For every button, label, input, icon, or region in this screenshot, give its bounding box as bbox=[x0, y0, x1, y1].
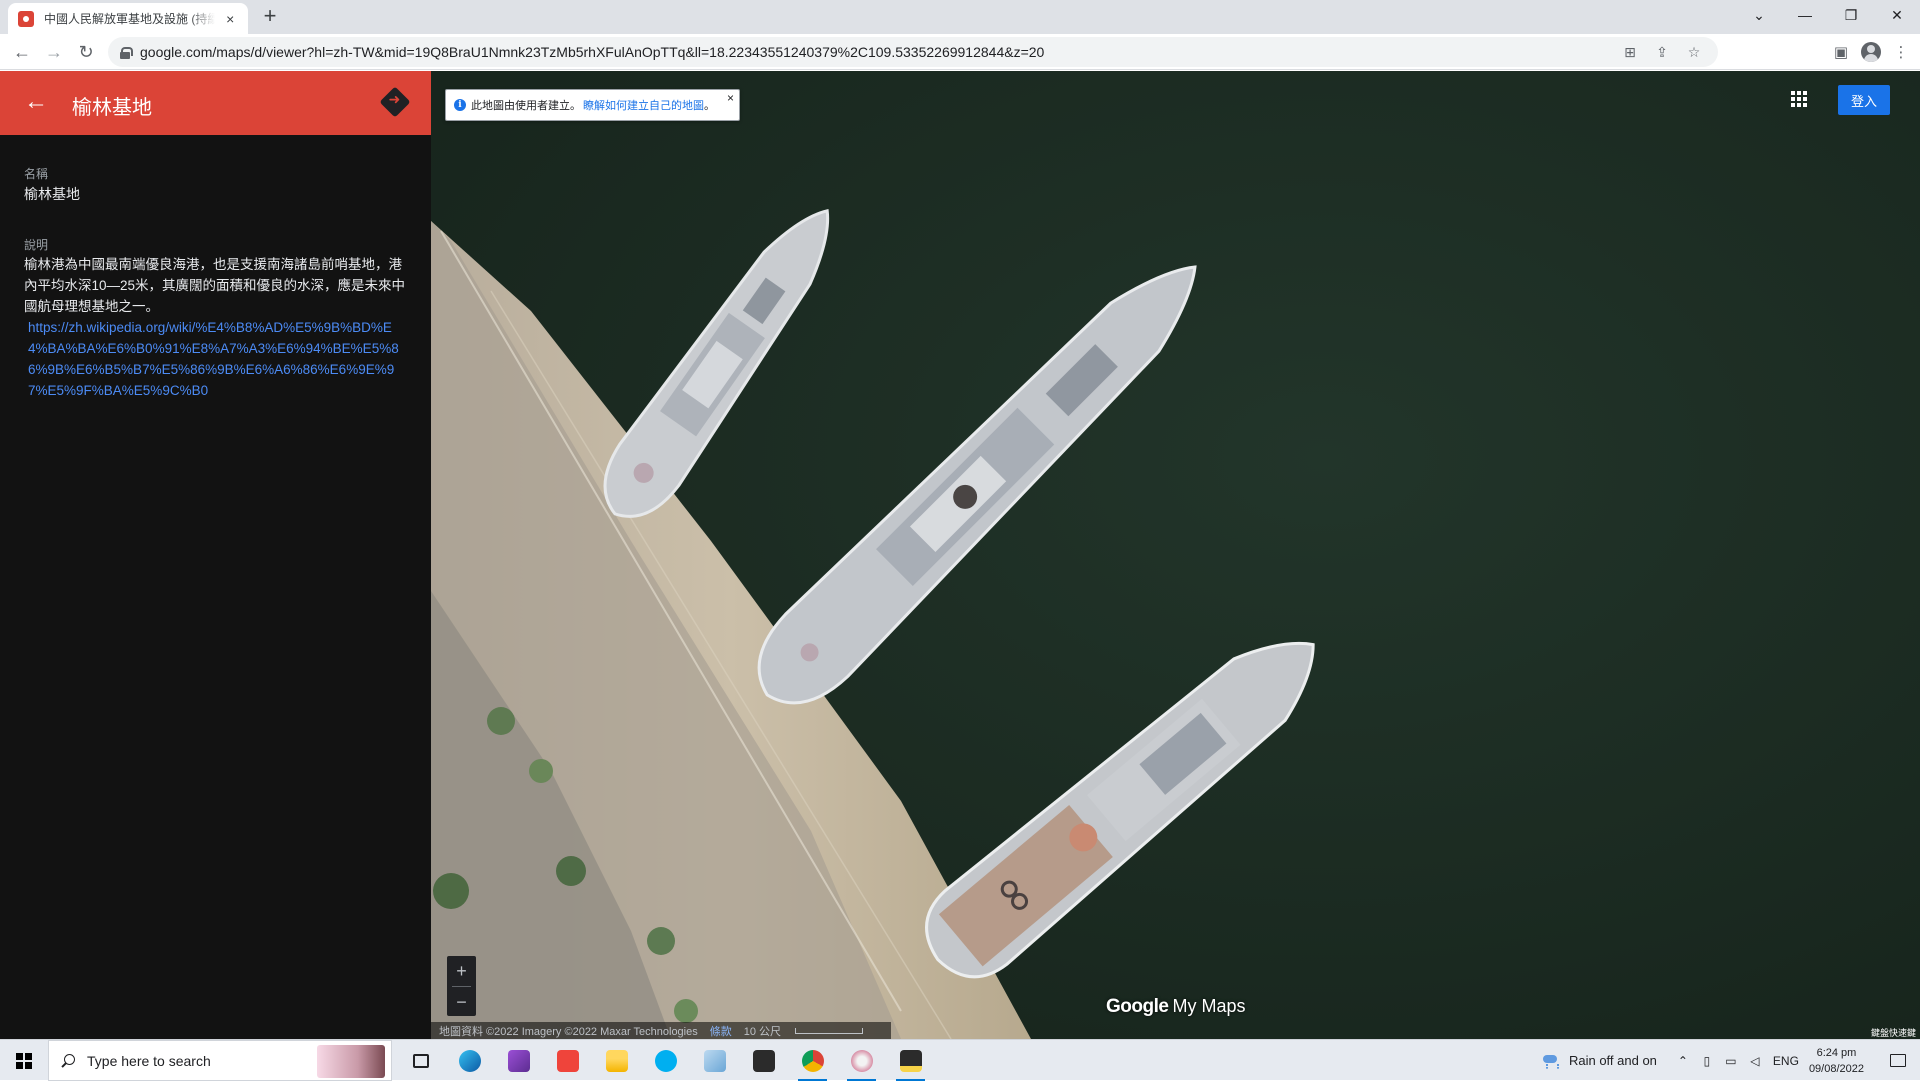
apps-grid-icon[interactable] bbox=[1791, 91, 1807, 107]
app-window-icon[interactable] bbox=[690, 1040, 739, 1081]
attribution-text: 地圖資料 ©2022 Imagery ©2022 Maxar Technolog… bbox=[439, 1025, 698, 1038]
notifications-icon[interactable] bbox=[1876, 1040, 1920, 1081]
logo-my-maps: My Maps bbox=[1172, 996, 1246, 1016]
chrome-icon[interactable] bbox=[788, 1040, 837, 1081]
satellite-imagery bbox=[431, 71, 1920, 1039]
search-highlight-image bbox=[317, 1045, 385, 1078]
bookmark-star-icon[interactable]: ☆ bbox=[1678, 37, 1710, 67]
directions-icon[interactable] bbox=[379, 86, 411, 118]
share-icon[interactable]: ⇪ bbox=[1646, 37, 1678, 67]
toolbar-right: ▣ ⋮ bbox=[1828, 40, 1914, 64]
satellite-map[interactable]: i 此地圖由使用者建立。 瞭解如何建立自己的地圖 。 × 登入 + − Goog… bbox=[431, 71, 1920, 1039]
volume-icon[interactable]: ◁ bbox=[1743, 1040, 1767, 1081]
back-icon[interactable]: ← bbox=[10, 40, 34, 64]
skype-icon[interactable] bbox=[641, 1040, 690, 1081]
language-indicator[interactable]: ENG bbox=[1773, 1054, 1799, 1068]
search-placeholder: Type here to search bbox=[87, 1052, 211, 1069]
edge-icon[interactable] bbox=[445, 1040, 494, 1081]
url-text[interactable]: google.com/maps/d/viewer?hl=zh-TW&mid=19… bbox=[140, 44, 1044, 60]
zoom-out-button[interactable]: − bbox=[447, 987, 476, 1017]
panel-title: 榆林基地 bbox=[72, 97, 152, 119]
browser-tabstrip: 中國人民解放軍基地及設施 (持續更新) × + ⌄ — ❐ ✕ bbox=[0, 0, 1920, 34]
restore-icon[interactable]: ❐ bbox=[1828, 0, 1874, 30]
back-arrow-icon[interactable]: ← bbox=[24, 90, 48, 115]
reload-icon[interactable]: ↻ bbox=[74, 40, 98, 64]
maps-favicon-icon bbox=[18, 10, 34, 27]
omnibox-icons: ⊞ ⇪ ☆ bbox=[1614, 37, 1710, 67]
avatar bbox=[1861, 42, 1881, 62]
usb-icon[interactable]: ▯ bbox=[1695, 1040, 1719, 1081]
lock-icon[interactable] bbox=[120, 46, 133, 59]
scale-bar bbox=[795, 1027, 864, 1034]
map-attribution: 地圖資料 ©2022 Imagery ©2022 Maxar Technolog… bbox=[431, 1022, 891, 1039]
anydesk-icon[interactable] bbox=[543, 1040, 592, 1081]
translate-icon[interactable]: ⊞ bbox=[1614, 37, 1646, 67]
weather-text: Rain off and on bbox=[1568, 1053, 1657, 1068]
minimize-icon[interactable]: — bbox=[1782, 0, 1828, 30]
name-label: 名稱 bbox=[24, 167, 49, 181]
google-my-maps-logo: Google My Maps bbox=[1106, 996, 1245, 1018]
tab-search-icon[interactable]: ⌄ bbox=[1736, 0, 1782, 30]
zoom-control: + − bbox=[447, 956, 476, 1016]
task-view-icon[interactable] bbox=[396, 1040, 445, 1081]
wikipedia-link[interactable]: https://zh.wikipedia.org/wiki/%E4%B8%AD%… bbox=[24, 317, 409, 401]
name-value: 榆林基地 bbox=[24, 186, 80, 202]
window-controls: ⌄ — ❐ ✕ bbox=[1736, 0, 1920, 30]
keyboard-shortcuts-label[interactable]: 鍵盤快速鍵 bbox=[1871, 1026, 1916, 1039]
scale-label[interactable]: 10 公尺 bbox=[744, 1023, 781, 1039]
taskbar-search[interactable]: Type here to search bbox=[48, 1040, 392, 1081]
zoom-in-button[interactable]: + bbox=[447, 956, 476, 986]
paint-icon[interactable] bbox=[837, 1040, 886, 1081]
forward-icon[interactable]: → bbox=[42, 40, 66, 64]
system-tray: Rain off and on ⌃ ▯ ▭ ◁ ENG 6:24 pm 09/0… bbox=[1541, 1040, 1920, 1081]
learn-create-map-link[interactable]: 瞭解如何建立自己的地圖 bbox=[583, 97, 704, 113]
description-label: 說明 bbox=[24, 238, 49, 252]
windows-logo-icon bbox=[16, 1052, 32, 1069]
tab-close-icon[interactable]: × bbox=[223, 11, 239, 27]
address-bar[interactable]: google.com/maps/d/viewer?hl=zh-TW&mid=19… bbox=[108, 37, 1718, 67]
info-icon: i bbox=[454, 99, 466, 111]
clock[interactable]: 6:24 pm 09/08/2022 bbox=[1809, 1045, 1864, 1077]
clock-date: 09/08/2022 bbox=[1808, 1062, 1864, 1075]
sign-in-button[interactable]: 登入 bbox=[1838, 85, 1890, 115]
terms-link[interactable]: 條款 bbox=[710, 1023, 732, 1039]
feature-details-panel: ← 榆林基地 名稱 榆林基地 說明 榆林港為中國最南端優良海港，也是支援南海諸島… bbox=[0, 71, 431, 1039]
search-icon bbox=[61, 1053, 75, 1068]
side-panel-icon[interactable]: ▣ bbox=[1828, 40, 1854, 64]
start-button[interactable] bbox=[0, 1040, 48, 1081]
clock-time: 6:24 pm bbox=[1816, 1046, 1857, 1059]
description-body: 榆林港為中國最南端優良海港，也是支援南海諸島前哨基地，港內平均水深10—25米，… bbox=[24, 257, 406, 314]
network-icon[interactable]: ▭ bbox=[1719, 1040, 1743, 1081]
sticky-notes-icon[interactable] bbox=[886, 1040, 935, 1081]
notice-text: 此地圖由使用者建立。 bbox=[471, 100, 581, 112]
user-map-notice: i 此地圖由使用者建立。 瞭解如何建立自己的地圖 。 × bbox=[445, 89, 740, 121]
tab-title: 中國人民解放軍基地及設施 (持續更新) bbox=[44, 12, 215, 26]
windows-taskbar: Type here to search Rain off and on ⌃ ▯ … bbox=[0, 1039, 1920, 1081]
close-window-icon[interactable]: ✕ bbox=[1874, 0, 1920, 30]
browser-tab[interactable]: 中國人民解放軍基地及設施 (持續更新) × bbox=[8, 3, 248, 34]
taskbar-apps bbox=[396, 1040, 935, 1081]
weather-widget[interactable]: Rain off and on bbox=[1541, 1051, 1657, 1071]
panel-header: ← 榆林基地 bbox=[0, 71, 431, 135]
visual-studio-icon[interactable] bbox=[494, 1040, 543, 1081]
notice-period: 。 bbox=[704, 100, 715, 112]
logo-google: Google bbox=[1106, 996, 1169, 1017]
terminal-icon[interactable] bbox=[739, 1040, 788, 1081]
chevron-up-icon[interactable]: ⌃ bbox=[1671, 1040, 1695, 1081]
file-explorer-icon[interactable] bbox=[592, 1040, 641, 1081]
browser-toolbar: ← → ↻ google.com/maps/d/viewer?hl=zh-TW&… bbox=[0, 34, 1920, 70]
notice-close-icon[interactable]: × bbox=[727, 91, 734, 105]
menu-icon[interactable]: ⋮ bbox=[1888, 40, 1914, 64]
description-text: 榆林港為中國最南端優良海港，也是支援南海諸島前哨基地，港內平均水深10—25米，… bbox=[24, 254, 409, 401]
profile-icon[interactable] bbox=[1858, 40, 1884, 64]
rain-icon bbox=[1541, 1051, 1561, 1071]
new-tab-button[interactable]: + bbox=[258, 5, 282, 29]
